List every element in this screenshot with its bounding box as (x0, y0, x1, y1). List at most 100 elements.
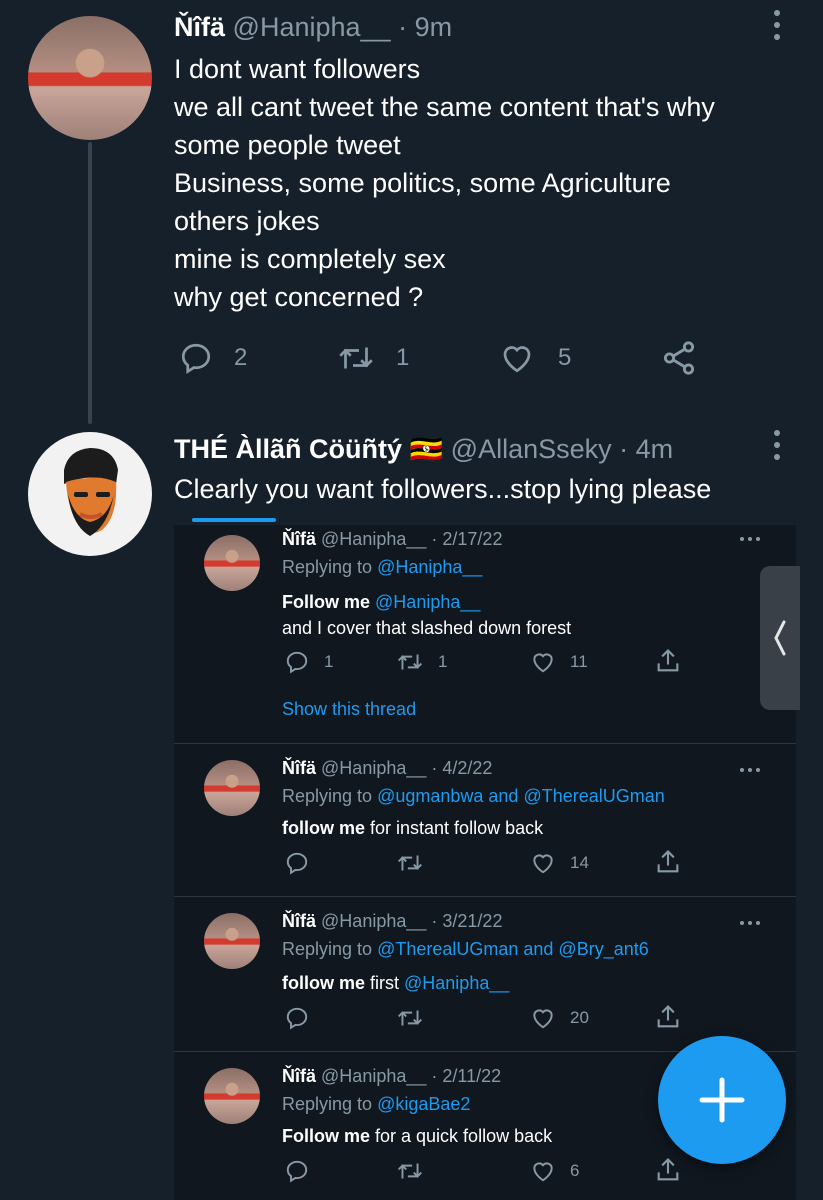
avatar[interactable] (28, 16, 152, 140)
reply-icon (178, 340, 214, 376)
share-icon (654, 647, 682, 675)
heart-icon (530, 850, 556, 876)
like-button[interactable]: 5 (498, 340, 571, 376)
retweet-button[interactable]: 1 (396, 649, 447, 675)
replying-link[interactable]: @ugmanbwa and @TherealUGman (377, 786, 665, 806)
timestamp[interactable]: · 4m (619, 434, 673, 464)
compose-button[interactable] (658, 1036, 786, 1164)
timestamp[interactable]: · 9m (398, 12, 452, 42)
more-options-icon[interactable] (740, 537, 760, 541)
heart-icon (530, 649, 556, 675)
reply-button[interactable]: 2 (178, 340, 247, 376)
avatar[interactable] (204, 535, 260, 591)
chevron-left-icon (774, 620, 786, 656)
retweet-icon (336, 340, 376, 376)
heart-icon (530, 1005, 556, 1031)
display-name[interactable]: Ňîfä (282, 529, 316, 549)
timestamp: · 3/21/22 (431, 911, 503, 931)
like-button[interactable]: 14 (530, 850, 589, 876)
handle[interactable]: @Hanipha__ (321, 1066, 426, 1086)
display-name[interactable]: THÉ Àllãñ Cöüñtý (174, 434, 402, 464)
avatar[interactable] (204, 913, 260, 969)
retweet-icon (396, 850, 424, 876)
handle[interactable]: @Hanipha__ (321, 529, 426, 549)
replying-prefix: Replying to (282, 786, 373, 806)
more-options-icon[interactable] (774, 10, 780, 40)
share-button[interactable] (654, 848, 682, 876)
share-button[interactable] (660, 338, 698, 378)
retweet-icon (396, 649, 424, 675)
tweet-header: THÉ Àllãñ Cöüñtý 🇺🇬 @AllanSseky · 4m (174, 433, 673, 465)
avatar[interactable] (204, 1068, 260, 1124)
handle[interactable]: @Hanipha__ (321, 758, 426, 778)
quoted-text: Follow me for a quick follow back (282, 1126, 552, 1147)
reply-icon (284, 649, 310, 675)
tweet-line: we all cant tweet the same content that'… (174, 92, 715, 122)
plus-icon (699, 1077, 745, 1123)
text-bold: Follow me (282, 592, 371, 612)
like-count: 20 (570, 1008, 589, 1027)
avatar[interactable] (204, 760, 260, 816)
replying-to: Replying to @Hanipha__ (282, 557, 482, 578)
retweet-button[interactable] (396, 1005, 424, 1031)
list-item[interactable]: Ňîfä @Hanipha__ · 2/17/22 Replying to @H… (174, 525, 796, 743)
timestamp: · 4/2/22 (431, 758, 493, 778)
text-rest: for instant follow back (365, 818, 544, 838)
side-drawer-handle[interactable] (760, 566, 800, 710)
replying-prefix: Replying to (282, 1094, 373, 1114)
mention-link[interactable]: @Hanipha__ (404, 973, 509, 993)
display-name[interactable]: Ňîfä (282, 758, 316, 778)
thread-line (88, 142, 92, 424)
list-item[interactable]: Ňîfä @Hanipha__ · 4/2/22 Replying to @ug… (174, 744, 796, 896)
reply-button[interactable] (284, 850, 310, 876)
share-icon (654, 848, 682, 876)
reply-count: 2 (234, 344, 248, 371)
reply-button[interactable] (284, 1005, 310, 1031)
quoted-text: follow me first @Hanipha__ (282, 973, 509, 994)
quoted-text: Follow me @Hanipha__ and I cover that sl… (282, 589, 571, 641)
handle[interactable]: @AllanSseky (451, 434, 612, 464)
tweet-line: I dont want followers (174, 54, 421, 84)
text-bold: Follow me (282, 1126, 371, 1146)
handle[interactable]: @Hanipha__ (233, 12, 391, 42)
display-name[interactable]: Ňîfä (174, 12, 225, 42)
like-button[interactable]: 11 (530, 649, 588, 675)
more-options-icon[interactable] (774, 430, 780, 460)
timestamp: · 2/11/22 (431, 1066, 502, 1086)
like-button[interactable]: 6 (530, 1158, 579, 1184)
replying-link[interactable]: @kigaBae2 (377, 1094, 470, 1114)
text-line: and I cover that slashed down forest (282, 618, 572, 638)
retweet-button[interactable]: 1 (336, 340, 409, 376)
quoted-header: Ňîfä @Hanipha__ · 3/21/22 (282, 911, 502, 932)
replying-link[interactable]: @TherealUGman and @Bry_ant6 (377, 939, 649, 959)
list-item[interactable]: Ňîfä @Hanipha__ · 3/21/22 Replying to @T… (174, 897, 796, 1051)
reply-icon (284, 1005, 310, 1031)
text-bold: follow me (282, 973, 366, 993)
reply-icon (284, 850, 310, 876)
replying-link[interactable]: @Hanipha__ (377, 557, 482, 577)
show-thread-link[interactable]: Show this thread (282, 699, 416, 720)
mention-link[interactable]: @Hanipha__ (375, 592, 480, 612)
retweet-button[interactable] (396, 1158, 424, 1184)
like-count: 11 (570, 652, 588, 671)
quoted-header: Ňîfä @Hanipha__ · 2/17/22 (282, 529, 502, 550)
replying-to: Replying to @TherealUGman and @Bry_ant6 (282, 939, 649, 960)
reply-button[interactable] (284, 1158, 310, 1184)
more-options-icon[interactable] (740, 921, 760, 925)
share-icon (654, 1003, 682, 1031)
like-button[interactable]: 20 (530, 1005, 589, 1031)
reply-button[interactable]: 1 (284, 649, 333, 675)
replying-to: Replying to @ugmanbwa and @TherealUGman (282, 786, 665, 807)
flag-emoji: 🇺🇬 (409, 434, 444, 464)
share-button[interactable] (654, 1003, 682, 1031)
retweet-count: 1 (396, 344, 410, 371)
retweet-count: 1 (438, 652, 448, 671)
retweet-button[interactable] (396, 850, 424, 876)
share-button[interactable] (654, 647, 682, 675)
display-name[interactable]: Ňîfä (282, 911, 316, 931)
more-options-icon[interactable] (740, 768, 760, 772)
display-name[interactable]: Ňîfä (282, 1066, 316, 1086)
tweet-header: Ňîfä @Hanipha__ · 9m (174, 12, 452, 43)
avatar[interactable] (28, 432, 152, 556)
handle[interactable]: @Hanipha__ (321, 911, 426, 931)
